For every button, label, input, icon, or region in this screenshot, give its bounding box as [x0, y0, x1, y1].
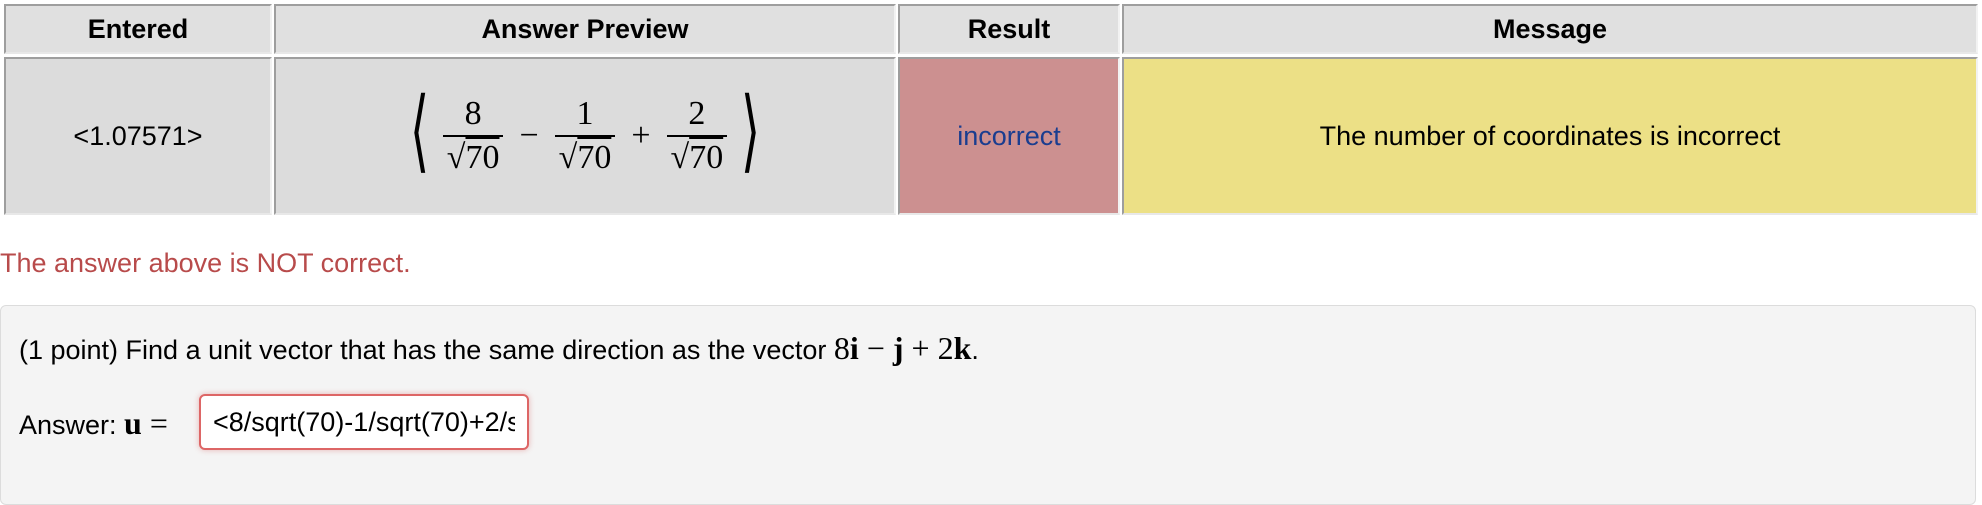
preview-expression: ⟨ 8 √70 − 1 √70 + 2 √70 ⟩: [402, 87, 769, 177]
unit-j: j: [892, 330, 904, 366]
header-result: Result: [898, 4, 1120, 54]
answer-variable: u: [124, 405, 142, 441]
header-entered: Entered: [4, 4, 272, 54]
fraction-1: 8 √70: [442, 95, 504, 177]
problem-box: (1 point) Find a unit vector that has th…: [0, 305, 1976, 505]
header-answer-preview: Answer Preview: [274, 4, 896, 54]
answer-label-text: Answer:: [19, 410, 125, 440]
header-message: Message: [1122, 4, 1978, 54]
minus-operator: −: [519, 117, 539, 154]
operator-minus: −: [858, 330, 893, 366]
answer-preview: ⟨ 8 √70 − 1 √70 + 2 √70 ⟩: [274, 57, 896, 215]
denominator: √70: [554, 135, 616, 177]
denominator: √70: [442, 135, 504, 177]
numerator: 2: [688, 95, 706, 132]
unit-k: k: [953, 330, 972, 366]
numerator: 1: [576, 95, 594, 132]
problem-suffix: .: [971, 335, 979, 365]
radical-sign: √: [446, 139, 466, 176]
radical-sign: √: [558, 139, 578, 176]
entered-value: <1.07571>: [4, 57, 272, 215]
answer-input[interactable]: [199, 394, 529, 450]
open-angle-bracket: ⟨: [409, 82, 429, 181]
vector-expression: 8i − j + 2k: [834, 330, 971, 366]
result-value: incorrect: [898, 57, 1120, 215]
radicand: 70: [465, 139, 500, 176]
coefficient-i: 8: [833, 330, 850, 366]
status-message: The answer above is NOT correct.: [0, 248, 411, 278]
problem-prefix: (1 point) Find a unit vector that has th…: [19, 335, 834, 365]
radicand: 70: [689, 139, 724, 176]
fraction-3: 2 √70: [666, 95, 728, 177]
radical-sign: √: [670, 139, 690, 176]
denominator: √70: [666, 135, 728, 177]
answer-label: Answer: u =: [19, 405, 168, 442]
radicand: 70: [577, 139, 612, 176]
unit-i: i: [849, 330, 859, 366]
operator-plus: +: [903, 330, 938, 366]
plus-operator: +: [631, 117, 651, 154]
message-value: The number of coordinates is incorrect: [1122, 57, 1978, 215]
coefficient-k: 2: [937, 330, 954, 366]
answer-equals: =: [141, 405, 168, 441]
fraction-2: 1 √70: [554, 95, 616, 177]
results-table: Entered Answer Preview Result Message <1…: [4, 4, 1978, 215]
close-angle-bracket: ⟩: [741, 82, 761, 181]
problem-text: (1 point) Find a unit vector that has th…: [19, 330, 979, 367]
numerator: 8: [464, 95, 482, 132]
